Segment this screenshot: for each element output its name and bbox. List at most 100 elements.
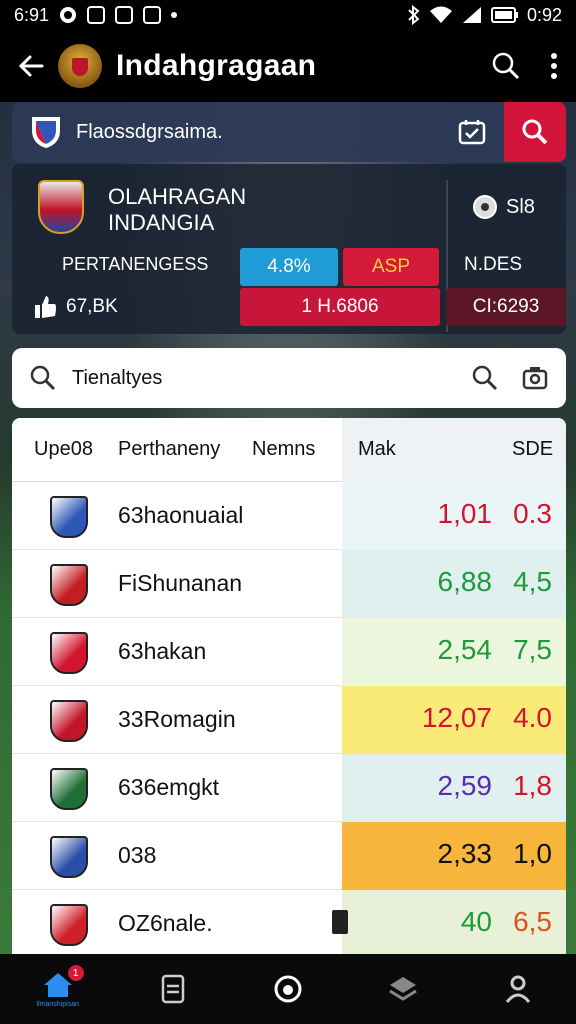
ticket-icon <box>161 974 185 1004</box>
stat-pill-secondary[interactable]: CI:6293 <box>446 288 566 326</box>
search-icon[interactable] <box>472 365 498 391</box>
table-row[interactable]: 038 2,33 1,0 <box>12 822 566 890</box>
camera-icon[interactable] <box>522 366 548 390</box>
notification-badge: 1 <box>67 965 84 981</box>
table-row[interactable]: FiShunanan 6,88 4,5 <box>12 550 566 618</box>
app-title: Indahgragaan <box>116 49 317 82</box>
table-row[interactable]: 636emgkt 2,59 1,8 <box>12 754 566 822</box>
club-crest-icon <box>50 768 88 810</box>
status-time-right: 0:92 <box>526 4 562 25</box>
nav-profile[interactable] <box>488 959 548 1019</box>
club-crest-icon <box>50 632 88 674</box>
club-crest-icon <box>50 700 88 742</box>
club-name: FiShunanan <box>118 570 243 596</box>
column-header[interactable]: Nemns <box>252 438 315 461</box>
column-header[interactable]: Mak <box>358 438 396 461</box>
side-stat-top-value: Sl8 <box>506 195 535 218</box>
shield-icon <box>32 117 60 148</box>
team-name-line2: INDANGIA <box>108 210 215 235</box>
back-arrow-icon[interactable] <box>18 53 44 79</box>
status-time-left: 6:91 <box>14 4 50 25</box>
club-name: 038 <box>118 842 157 868</box>
likes-count-value: 67,BK <box>66 296 118 317</box>
search-icon <box>30 365 56 391</box>
table-header: Upe08 Perthaneny Nemns Mak SDE <box>12 418 566 482</box>
team-name-line1: OLAHRAGAN <box>108 184 247 209</box>
search-go-button[interactable] <box>504 102 566 162</box>
stat-pill-blue[interactable]: 4.8% <box>240 248 338 286</box>
table-row[interactable]: 63hakan 2,54 7,5 <box>12 618 566 686</box>
table-row[interactable]: 63haonuaial 1,01 0.3 <box>12 482 566 550</box>
app-notification-icon <box>143 6 162 24</box>
stat-value-sde: 1,8 <box>513 770 552 801</box>
stat-value-mak: 2,59 <box>437 770 493 801</box>
match-scorecard[interactable]: OLAHRAGAN INDANGIA Sl8 PERTANENGESS 4.8%… <box>12 164 566 334</box>
message-notification-icon <box>115 6 134 24</box>
signal-icon <box>462 7 481 23</box>
garuda-emblem-logo <box>58 44 102 88</box>
team-name: OLAHRAGAN INDANGIA <box>108 184 328 236</box>
stat-value-sde: 6,5 <box>513 906 552 937</box>
stat-value-sde: 0.3 <box>513 498 552 529</box>
wifi-icon <box>429 6 452 23</box>
stat-value-sde: 7,5 <box>513 634 552 665</box>
image-notification-icon <box>87 6 106 24</box>
standings-table: Upe08 Perthaneny Nemns Mak SDE 63haonuai… <box>12 418 566 954</box>
filter-search-bar[interactable]: Tienaltyes <box>12 348 566 408</box>
side-stat-mid: N.DES <box>464 254 523 275</box>
bluetooth-icon <box>408 5 420 25</box>
like-hand-icon <box>35 296 56 318</box>
stat-value-mak: 12,07 <box>421 702 492 733</box>
stat-value-mak: 2,33 <box>437 838 493 869</box>
column-header[interactable]: SDE <box>512 438 553 461</box>
search-icon[interactable] <box>492 52 520 80</box>
club-name: 63hakan <box>118 638 207 664</box>
layers-icon <box>389 977 417 1001</box>
table-row[interactable]: OZ6nale. 40 6,5 <box>12 890 566 954</box>
side-stat-top: Sl8 <box>472 194 535 220</box>
notification-icon <box>60 7 77 23</box>
nav-leagues[interactable] <box>373 959 433 1019</box>
top-search-label: Flaossdgrsaima. <box>76 120 223 143</box>
more-notifications-icon <box>171 12 178 18</box>
profile-icon <box>506 975 531 1003</box>
top-search-bar[interactable]: Flaossdgrsaima. <box>12 102 566 162</box>
club-crest-icon <box>50 904 88 946</box>
club-name: 636emgkt <box>118 774 220 800</box>
club-crest-icon <box>50 496 88 538</box>
nav-matches[interactable] <box>143 959 203 1019</box>
nav-clubs[interactable] <box>258 959 318 1019</box>
stat-value-mak: 1,01 <box>437 498 493 529</box>
club-name: OZ6nale. <box>118 910 213 936</box>
column-header[interactable]: Perthaneny <box>118 438 220 461</box>
app-bar: Indahgragaan <box>0 30 576 102</box>
stat-value-sde: 1,0 <box>513 838 552 869</box>
club-name: 33Romagin <box>118 706 236 732</box>
club-crest-icon <box>50 564 88 606</box>
calendar-check-icon[interactable] <box>458 119 486 145</box>
stat-value-mak: 2,54 <box>437 634 493 665</box>
search-icon <box>522 119 548 145</box>
nav-home-label: Ilmanshipisan <box>36 1000 79 1008</box>
ball-icon <box>274 975 302 1003</box>
stat-pill-red[interactable]: ASP <box>343 248 439 286</box>
nav-home[interactable]: 1 Ilmanshipisan <box>28 959 88 1019</box>
column-header[interactable]: Upe08 <box>34 438 93 461</box>
table-row[interactable]: 33Romagin 12,07 4.0 <box>12 686 566 754</box>
battery-icon <box>490 7 518 23</box>
bookmark-icon[interactable] <box>332 910 348 934</box>
status-bar: 6:91 0:92 <box>0 0 576 30</box>
stat-value-mak: 40 <box>460 906 492 937</box>
filter-search-placeholder: Tienaltyes <box>72 366 163 389</box>
stat-value-sde: 4.0 <box>513 702 552 733</box>
likes-count: 67,BK <box>32 294 118 320</box>
more-vert-icon[interactable] <box>550 53 558 79</box>
football-icon <box>473 195 497 219</box>
stat-pill-primary[interactable]: 1 H.6806 <box>240 288 440 326</box>
stat-value-sde: 4,5 <box>513 566 552 597</box>
team-crest-icon <box>38 180 84 234</box>
club-crest-icon <box>50 836 88 878</box>
stat-row-label: PERTANENGESS <box>62 254 209 274</box>
bottom-navigation: 1 Ilmanshipisan <box>0 954 576 1024</box>
stat-value-mak: 6,88 <box>437 566 493 597</box>
